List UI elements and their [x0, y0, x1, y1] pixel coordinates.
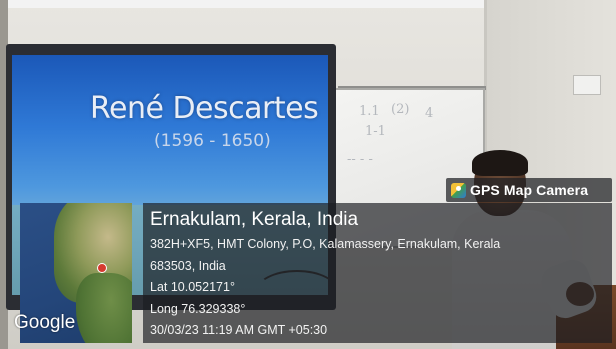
power-socket: [573, 75, 601, 95]
timestamp: 30/03/23 11:19 AM GMT +05:30: [150, 323, 328, 337]
longitude-readout: Long 76.329338°: [150, 302, 246, 316]
slide-years: (1596 - 1650): [154, 131, 271, 151]
gps-app-name: GPS Map Camera: [470, 182, 589, 198]
address-line-2: 683503, India: [150, 259, 226, 273]
slide-title: René Descartes: [90, 91, 319, 126]
gps-app-badge: GPS Map Camera: [446, 178, 612, 202]
gps-map-camera-icon: [451, 182, 466, 198]
latitude-readout: Lat 10.052171°: [150, 280, 235, 294]
whiteboard-scribble: -- - -: [347, 152, 373, 167]
whiteboard-scribble: 4: [425, 106, 434, 121]
map-provider-logo: Google: [14, 312, 76, 333]
address-line-1: 382H+XF5, HMT Colony, P.O, Kalamassery, …: [150, 237, 501, 251]
location-title: Ernakulam, Kerala, India: [150, 209, 359, 230]
map-coastline: [76, 273, 132, 343]
whiteboard-scribble: 1.1: [359, 104, 380, 119]
location-info-panel: Ernakulam, Kerala, India 382H+XF5, HMT C…: [143, 203, 612, 343]
whiteboard-scribble: (2): [391, 102, 410, 117]
whiteboard-scribble: 1-1: [365, 124, 386, 139]
location-pin-icon: [97, 263, 107, 273]
person-hair: [472, 150, 528, 176]
